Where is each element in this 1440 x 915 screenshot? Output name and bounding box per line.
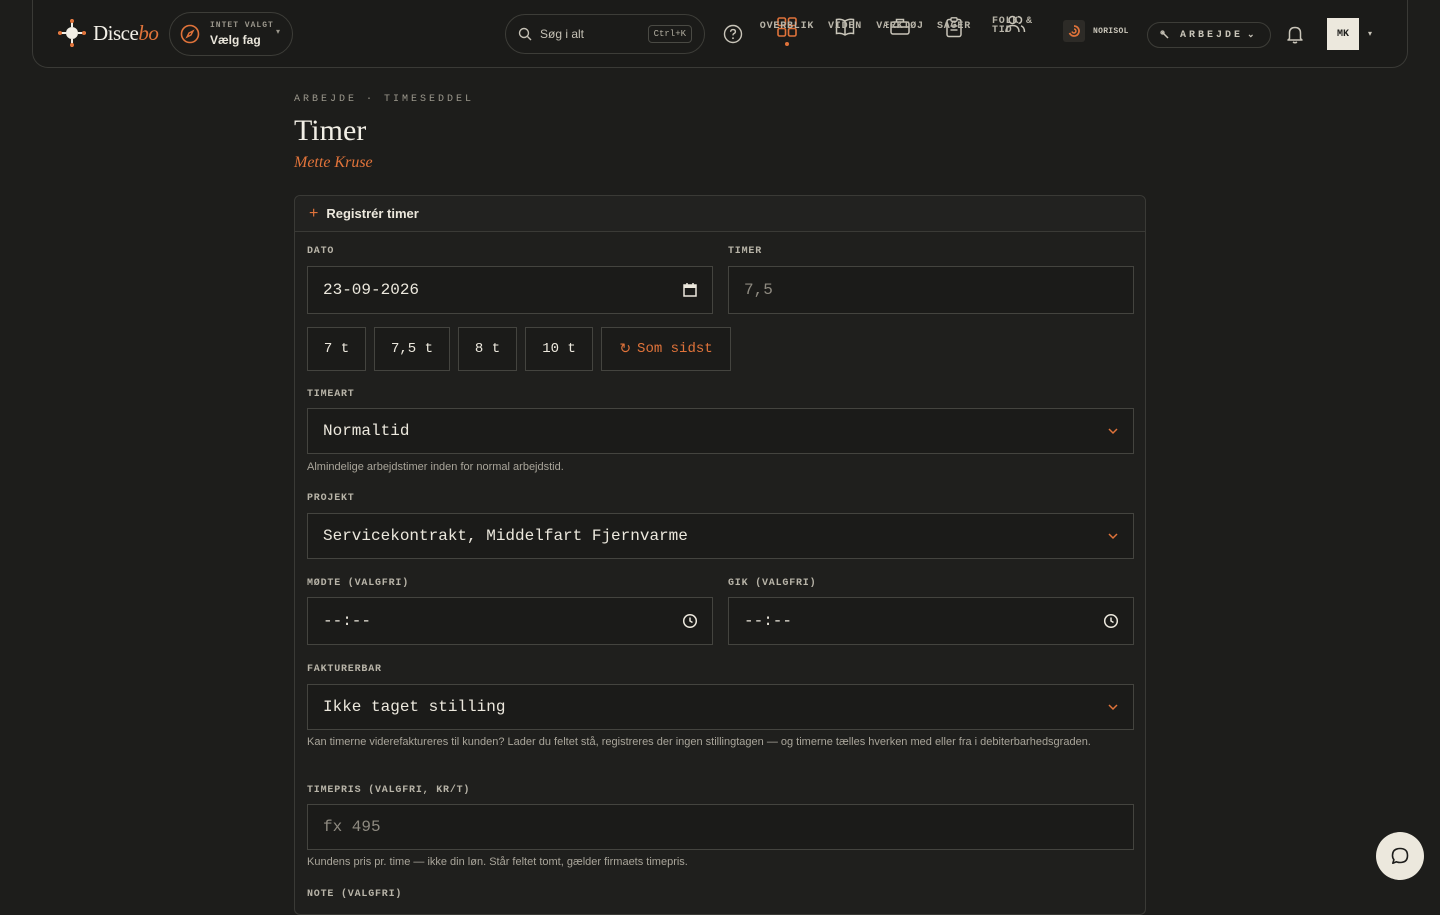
billable-value: Ikke taget stilling xyxy=(323,698,506,716)
start-time-input[interactable]: --:-- xyxy=(307,597,713,645)
hours-label: TIMER xyxy=(728,246,763,257)
preset-7-button[interactable]: 7 t xyxy=(307,327,366,371)
search-shortcut: Ctrl+K xyxy=(647,25,692,43)
calendar-icon[interactable] xyxy=(682,282,698,298)
company-selector[interactable]: NORISOL xyxy=(1063,20,1129,42)
page-title: Timer xyxy=(294,114,367,147)
bell-icon xyxy=(1287,26,1303,44)
nav-sager[interactable]: SAGER xyxy=(931,16,977,38)
nav-folk-tid[interactable]: FOLK & TID xyxy=(985,13,1045,36)
date-label: DATO xyxy=(307,246,335,257)
billable-hint: Kan timerne viderefaktureres til kunden?… xyxy=(307,736,1091,748)
nav-vaerktoej[interactable]: VÆRKTØJ xyxy=(873,16,927,38)
nav-label: VIDEN xyxy=(827,21,862,32)
clock-icon[interactable] xyxy=(682,613,698,629)
register-hours-card: + Registrér timer DATO 23-09-2026 TIMER … xyxy=(294,195,1146,915)
rate-label: TIMEPRIS (VALGFRI, KR/T) xyxy=(307,785,471,796)
company-name: NORISOL xyxy=(1093,26,1129,36)
date-input[interactable]: 23-09-2026 xyxy=(307,266,713,314)
type-hint: Almindelige arbejdstimer inden for norma… xyxy=(307,461,564,473)
same-as-last-button[interactable]: ↻ Som sidst xyxy=(601,327,731,371)
swirl-icon xyxy=(1068,25,1080,37)
chevron-down-icon[interactable]: ▾ xyxy=(1368,29,1372,38)
nav-label: FOLK & TID xyxy=(992,16,1033,36)
billable-label: FAKTURERBAR xyxy=(307,664,382,675)
hours-input[interactable]: 7,5 xyxy=(728,266,1134,314)
start-time-value: --:-- xyxy=(323,612,372,630)
start-time-label: MØDTE (VALGFRI) xyxy=(307,578,410,589)
breadcrumb: ARBEJDE · TIMESEDDEL xyxy=(294,94,475,105)
chevron-down-icon xyxy=(1108,428,1118,435)
logo-text: Discebo xyxy=(93,20,159,45)
same-as-last-label: Som sidst xyxy=(637,341,713,357)
rate-hint: Kundens pris pr. time — ikke din løn. St… xyxy=(307,856,688,868)
search-input[interactable]: Søg i alt Ctrl+K xyxy=(505,14,705,54)
chat-button[interactable] xyxy=(1376,832,1424,880)
search-placeholder: Søg i alt xyxy=(540,27,585,41)
plus-icon: + xyxy=(309,204,319,222)
chevron-down-icon xyxy=(1108,704,1118,711)
preset-8-button[interactable]: 8 t xyxy=(458,327,517,371)
billable-select[interactable]: Ikke taget stilling xyxy=(307,684,1134,730)
project-value: Servicekontrakt, Middelfart Fjernvarme xyxy=(323,527,688,545)
company-logo xyxy=(1063,20,1085,42)
chevron-down-icon: ⌄ xyxy=(1247,30,1255,40)
mode-selector[interactable]: ARBEJDE ⌄ xyxy=(1147,22,1271,48)
note-label: NOTE (VALGFRI) xyxy=(307,889,403,900)
active-indicator xyxy=(785,42,789,46)
subject-selector[interactable]: INTET VALGT Vælg fag ▾ xyxy=(169,12,293,56)
chat-bubble-icon xyxy=(1391,847,1409,864)
logo-icon xyxy=(58,19,86,47)
clock-icon[interactable] xyxy=(1103,613,1119,629)
card-title: Registrér timer xyxy=(326,206,419,221)
compass-icon xyxy=(180,24,200,44)
project-select[interactable]: Servicekontrakt, Middelfart Fjernvarme xyxy=(307,513,1134,559)
nav-viden[interactable]: VIDEN xyxy=(821,16,869,38)
project-label: PROJEKT xyxy=(307,493,355,504)
chevron-down-icon: ▾ xyxy=(275,27,280,36)
end-time-input[interactable]: --:-- xyxy=(728,597,1134,645)
end-time-value: --:-- xyxy=(744,612,793,630)
end-time-label: GIK (VALGFRI) xyxy=(728,578,817,589)
card-header[interactable]: + Registrér timer xyxy=(295,196,1145,232)
type-value: Normaltid xyxy=(323,422,410,440)
preset-7-5-button[interactable]: 7,5 t xyxy=(374,327,450,371)
wrench-icon xyxy=(1160,30,1169,39)
chevron-down-icon xyxy=(1108,533,1118,540)
rate-placeholder: fx 495 xyxy=(323,818,381,836)
subject-status: INTET VALGT xyxy=(210,21,274,30)
subject-label: Vælg fag xyxy=(210,33,261,47)
nav-label: OVERBLIK xyxy=(759,21,815,32)
search-icon xyxy=(518,27,532,41)
nav-label: SAGER xyxy=(936,21,971,32)
person-name: Mette Kruse xyxy=(294,154,373,171)
hours-placeholder: 7,5 xyxy=(744,281,773,299)
preset-10-button[interactable]: 10 t xyxy=(525,327,593,371)
nav-overblik[interactable]: OVERBLIK xyxy=(759,16,815,46)
help-icon xyxy=(723,24,743,44)
help-button[interactable] xyxy=(723,24,743,49)
type-label: TIMEART xyxy=(307,389,355,400)
logo[interactable]: Discebo xyxy=(57,18,159,48)
notifications-button[interactable] xyxy=(1285,24,1305,49)
rate-input[interactable]: fx 495 xyxy=(307,804,1134,850)
date-value: 23-09-2026 xyxy=(323,281,420,299)
nav-label: VÆRKTØJ xyxy=(876,21,924,32)
refresh-icon: ↻ xyxy=(619,341,632,358)
type-select[interactable]: Normaltid xyxy=(307,408,1134,454)
avatar[interactable]: MK xyxy=(1327,18,1359,50)
top-navigation-bar: Discebo INTET VALGT Vælg fag ▾ Søg i alt… xyxy=(32,0,1408,68)
mode-label: ARBEJDE xyxy=(1180,29,1244,41)
